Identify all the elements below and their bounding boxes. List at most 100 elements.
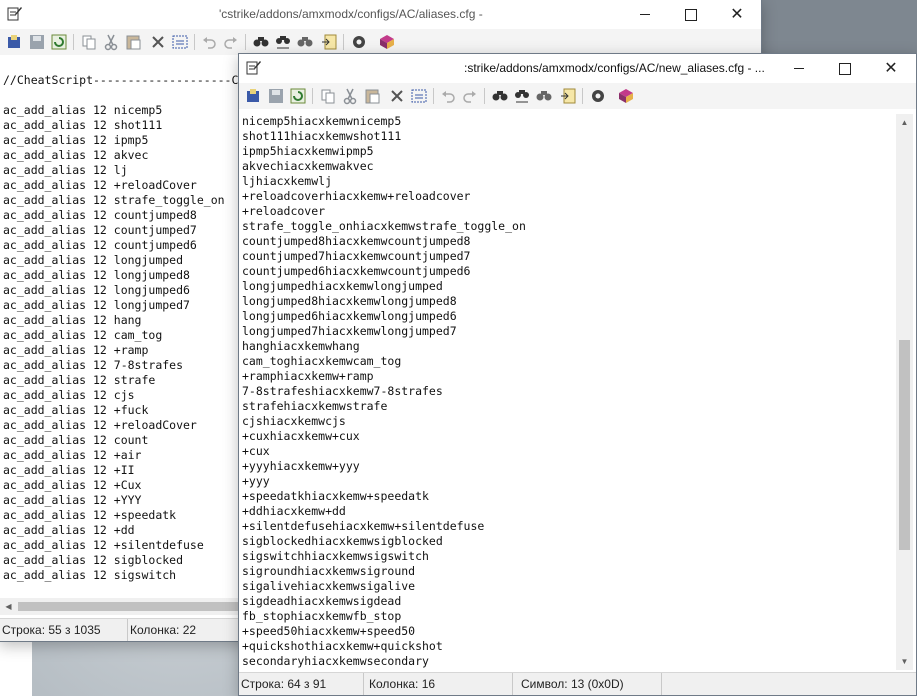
text-line: longjumped6hiacxkemwlongjumped6 bbox=[242, 309, 457, 323]
undo-icon[interactable] bbox=[200, 33, 218, 51]
cut-icon[interactable] bbox=[102, 33, 120, 51]
undo-icon[interactable] bbox=[439, 87, 457, 105]
delete-icon[interactable] bbox=[149, 33, 167, 51]
text-line: ac_add_alias 12 hang bbox=[3, 313, 142, 327]
front-close-button[interactable] bbox=[868, 54, 914, 83]
front-vertical-scrollbar[interactable]: ▲ ▼ bbox=[896, 114, 913, 670]
text-line: +speed50hiacxkemw+speed50 bbox=[242, 624, 416, 638]
goto-icon[interactable] bbox=[320, 33, 338, 51]
text-line: ac_add_alias 12 longjumped8 bbox=[3, 268, 190, 282]
text-line: ac_add_alias 12 sigblocked bbox=[3, 553, 184, 567]
delete-icon[interactable] bbox=[388, 87, 406, 105]
front-status-symbol: Символ: 13 (0x0D) bbox=[519, 673, 662, 695]
text-line: ac_add_alias 12 strafe_toggle_on bbox=[3, 193, 225, 207]
text-line: longjumpedhiacxkemwlongjumped bbox=[242, 279, 443, 293]
scroll-down-arrow-icon[interactable]: ▼ bbox=[896, 653, 913, 670]
copy-icon[interactable] bbox=[80, 33, 98, 51]
text-line: ac_add_alias 12 ipmp5 bbox=[3, 133, 149, 147]
text-line: shot111hiacxkemwshot111 bbox=[242, 129, 402, 143]
notepad-app-icon bbox=[246, 61, 261, 75]
back-text-area[interactable]: //CheatScript--------------------C ac_add… bbox=[0, 58, 240, 598]
back-horizontal-scrollbar[interactable]: ◀ bbox=[0, 598, 240, 615]
toolbar-separator bbox=[343, 34, 344, 50]
text-line: ac_add_alias 12 cam_tog bbox=[3, 328, 163, 342]
back-status-row: Строка: 55 з 1035 bbox=[0, 619, 128, 641]
front-window-title: :strike/addons/amxmodx/configs/AC/new_al… bbox=[464, 61, 765, 75]
back-maximize-button[interactable] bbox=[668, 0, 714, 29]
toolbar-separator bbox=[245, 34, 246, 50]
text-line: longjumped7hiacxkemwlongjumped7 bbox=[242, 324, 457, 338]
cut-icon[interactable] bbox=[341, 87, 359, 105]
copy-icon[interactable] bbox=[319, 87, 337, 105]
back-minimize-button[interactable] bbox=[622, 0, 668, 29]
text-line: ac_add_alias 12 countjumped7 bbox=[3, 223, 197, 237]
text-line: strafehiacxkemwstrafe bbox=[242, 399, 388, 413]
text-line: ac_add_alias 12 +air bbox=[3, 448, 142, 462]
paste-icon[interactable] bbox=[124, 33, 142, 51]
text-line: ac_add_alias 12 cjs bbox=[3, 388, 135, 402]
text-line: ac_add_alias 12 sigswitch bbox=[3, 568, 177, 582]
text-line: cam_toghiacxkemwcam_tog bbox=[242, 354, 402, 368]
front-maximize-button[interactable] bbox=[822, 54, 868, 83]
front-minimize-button[interactable] bbox=[776, 54, 822, 83]
text-line: sigswitchhiacxkemwsigswitch bbox=[242, 549, 429, 563]
settings-icon[interactable] bbox=[589, 87, 607, 105]
text-line: ac_add_alias 12 longjumped bbox=[3, 253, 184, 267]
redo-icon[interactable] bbox=[222, 33, 240, 51]
text-line: ac_add_alias 12 +reloadCover bbox=[3, 418, 197, 432]
text-line: sigalivehiacxkemwsigalive bbox=[242, 579, 416, 593]
toolbar-separator bbox=[194, 34, 195, 50]
front-vscroll-thumb[interactable] bbox=[899, 340, 910, 550]
paste-icon[interactable] bbox=[363, 87, 381, 105]
scheme-icon[interactable] bbox=[617, 87, 635, 105]
scroll-left-arrow-icon[interactable]: ◀ bbox=[0, 598, 17, 615]
redo-icon[interactable] bbox=[461, 87, 479, 105]
front-statusbar: Строка: 64 з 91 Колонка: 16 Символ: 13 (… bbox=[239, 672, 916, 695]
save-icon[interactable] bbox=[28, 33, 46, 51]
settings-icon[interactable] bbox=[350, 33, 368, 51]
text-line: ac_add_alias 12 +silentdefuse bbox=[3, 538, 204, 552]
reload-icon[interactable] bbox=[50, 33, 68, 51]
text-line: ac_add_alias 12 countjumped8 bbox=[3, 208, 197, 222]
find-icon[interactable] bbox=[252, 33, 270, 51]
open-icon[interactable] bbox=[6, 33, 24, 51]
text-line: ac_add_alias 12 +Cux bbox=[3, 478, 142, 492]
text-line: +ddhiacxkemw+dd bbox=[242, 504, 346, 518]
goto-icon[interactable] bbox=[559, 87, 577, 105]
text-line: +quickshothiacxkemw+quickshot bbox=[242, 639, 443, 653]
back-hscroll-thumb[interactable] bbox=[18, 602, 240, 611]
text-line: ac_add_alias 12 shot111 bbox=[3, 118, 163, 132]
front-titlebar[interactable]: :strike/addons/amxmodx/configs/AC/new_al… bbox=[239, 54, 916, 83]
find-icon[interactable] bbox=[491, 87, 509, 105]
front-text-area[interactable]: nicemp5hiacxkemwnicemp5 shot111hiacxkemws… bbox=[239, 114, 896, 670]
scroll-up-arrow-icon[interactable]: ▲ bbox=[896, 114, 913, 131]
front-editor-window[interactable]: :strike/addons/amxmodx/configs/AC/new_al… bbox=[238, 53, 917, 696]
text-line: ac_add_alias 12 count bbox=[3, 433, 149, 447]
text-line: ac_add_alias 12 7-8strafes bbox=[3, 358, 184, 372]
back-close-button[interactable] bbox=[714, 0, 760, 29]
back-titlebar[interactable]: 'cstrike/addons/amxmodx/configs/AC/alias… bbox=[0, 0, 761, 29]
text-line: ipmp5hiacxkemwipmp5 bbox=[242, 144, 374, 158]
find-replace-icon[interactable] bbox=[274, 33, 292, 51]
text-line: ac_add_alias 12 +dd bbox=[3, 523, 135, 537]
text-line: +yyy bbox=[242, 474, 270, 488]
reload-icon[interactable] bbox=[289, 87, 307, 105]
text-line: secondaryhiacxkemwsecondary bbox=[242, 654, 429, 668]
select-all-icon[interactable] bbox=[171, 33, 189, 51]
text-line: ac_add_alias 12 nicemp5 bbox=[3, 103, 163, 117]
find-next-icon[interactable] bbox=[535, 87, 553, 105]
scheme-icon[interactable] bbox=[378, 33, 396, 51]
text-line: +ramphiacxkemw+ramp bbox=[242, 369, 374, 383]
find-next-icon[interactable] bbox=[296, 33, 314, 51]
back-toolbar bbox=[0, 29, 761, 55]
text-line: sigroundhiacxkemwsiground bbox=[242, 564, 416, 578]
text-line: ac_add_alias 12 countjumped6 bbox=[3, 238, 197, 252]
save-icon[interactable] bbox=[267, 87, 285, 105]
select-all-icon[interactable] bbox=[410, 87, 428, 105]
front-toolbar bbox=[239, 83, 916, 109]
find-replace-icon[interactable] bbox=[513, 87, 531, 105]
toolbar-separator bbox=[433, 88, 434, 104]
text-line: ac_add_alias 12 +reloadCover bbox=[3, 178, 197, 192]
text-line: +reloadcover bbox=[242, 204, 326, 218]
open-icon[interactable] bbox=[245, 87, 263, 105]
